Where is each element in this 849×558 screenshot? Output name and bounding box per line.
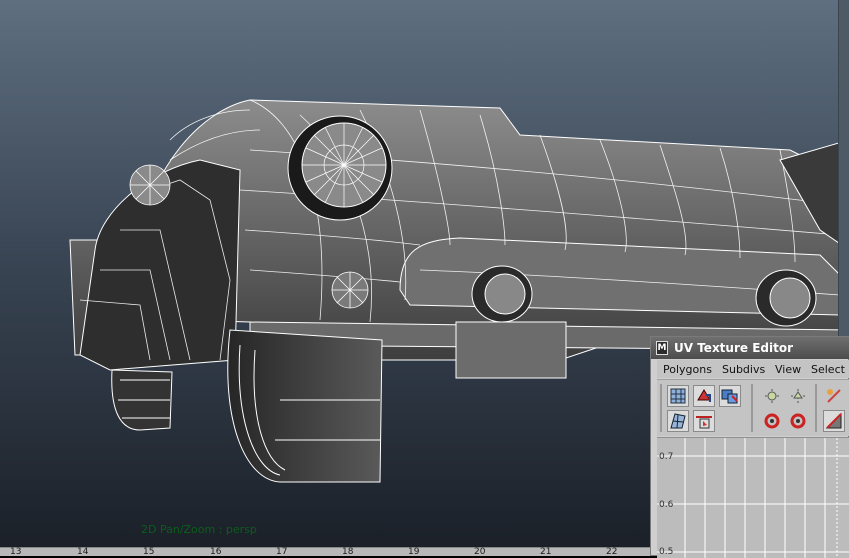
time-tick: 22	[606, 547, 618, 557]
time-tick: 15	[143, 547, 155, 557]
uv-grid-icon[interactable]	[667, 385, 689, 407]
menu-select[interactable]: Select	[811, 363, 845, 376]
toolbar-separator	[815, 384, 817, 432]
uv-rotate-cw-icon[interactable]	[787, 410, 809, 432]
uv-sew-icon[interactable]	[823, 410, 845, 432]
maya-app-icon: M	[656, 341, 668, 355]
time-tick: 19	[408, 547, 420, 557]
uv-flip-vertical-icon[interactable]	[787, 385, 809, 407]
toolbar-separator	[660, 384, 662, 432]
time-tick: 14	[77, 547, 89, 557]
uv-grid-canvas[interactable]: 0.7 0.6 0.5	[657, 437, 849, 558]
uv-layout-icon[interactable]	[667, 410, 689, 432]
menu-polygons[interactable]: Polygons	[663, 363, 712, 376]
menu-subdivs[interactable]: Subdivs	[722, 363, 765, 376]
uv-move-icon[interactable]	[693, 385, 715, 407]
uv-axis-label: 0.6	[659, 500, 674, 510]
uv-normalize-icon[interactable]	[693, 410, 715, 432]
menu-view[interactable]: View	[775, 363, 801, 376]
uv-editor-toolbar	[657, 379, 849, 436]
uv-grid-lines	[657, 438, 849, 558]
time-tick: 13	[10, 547, 22, 557]
time-tick: 20	[474, 547, 486, 557]
time-tick: 21	[540, 547, 552, 557]
viewport-edge-strip	[838, 0, 849, 340]
uv-texture-editor-window[interactable]: M UV Texture Editor Polygons Subdivs Vie…	[650, 336, 849, 558]
time-tick: 17	[276, 547, 288, 557]
uv-select-icon[interactable]	[719, 385, 741, 407]
toolbar-separator	[751, 384, 753, 432]
time-tick: 18	[342, 547, 354, 557]
uv-cut-icon[interactable]	[823, 385, 845, 407]
camera-pan-zoom-label: 2D Pan/Zoom : persp	[141, 523, 257, 536]
uv-rotate-ccw-icon[interactable]	[761, 410, 783, 432]
uv-axis-label: 0.7	[659, 452, 674, 462]
uv-editor-title: UV Texture Editor	[674, 341, 793, 355]
time-tick: 16	[210, 547, 222, 557]
uv-editor-titlebar[interactable]: M UV Texture Editor	[651, 337, 849, 359]
uv-flip-horizontal-icon[interactable]	[761, 385, 783, 407]
uv-editor-menubar: Polygons Subdivs View Select	[657, 360, 849, 378]
